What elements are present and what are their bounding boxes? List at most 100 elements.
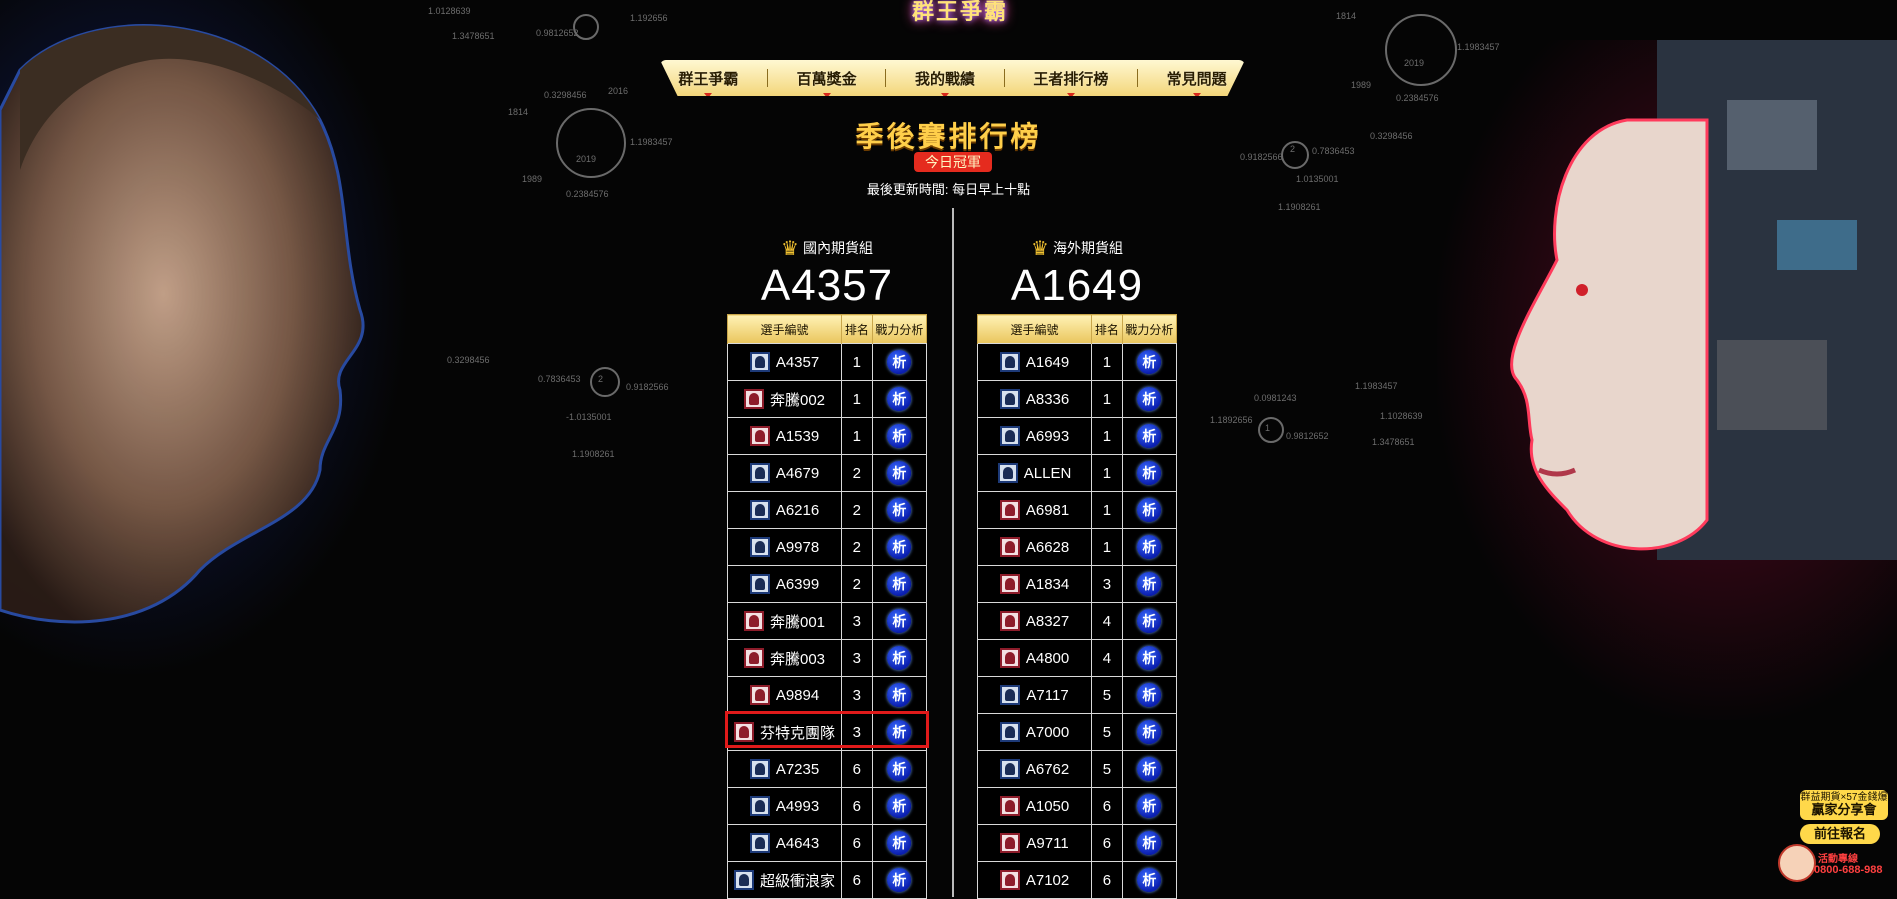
- analysis-cell: 析: [1121, 417, 1178, 455]
- analysis-button[interactable]: 析: [887, 461, 912, 485]
- analysis-button[interactable]: 析: [1137, 461, 1162, 485]
- analysis-button[interactable]: 析: [887, 831, 912, 855]
- analysis-button[interactable]: 析: [887, 683, 912, 707]
- analysis-cell: 析: [1121, 602, 1178, 640]
- analysis-button[interactable]: 析: [1137, 868, 1162, 892]
- site-logo[interactable]: 群王爭霸: [860, 0, 1060, 34]
- player-name: A4993: [775, 797, 820, 815]
- analysis-button[interactable]: 析: [1137, 646, 1162, 670]
- player-id: A6981: [978, 500, 1091, 520]
- player-name: A7102: [1025, 871, 1070, 889]
- analysis-button[interactable]: 析: [887, 350, 912, 374]
- nav-item-million-prize[interactable]: 百萬獎金: [789, 68, 865, 96]
- player-id: A7000: [978, 722, 1091, 742]
- human-avatar-icon: [749, 796, 770, 816]
- analysis-button[interactable]: 析: [887, 424, 912, 448]
- nav-item-my-record[interactable]: 我的戰績: [907, 68, 983, 96]
- human-avatar-icon: [997, 463, 1018, 483]
- player-cell: A1050: [976, 787, 1093, 825]
- table-row: A9894 3 析: [726, 676, 928, 714]
- main-nav: 群王爭霸 百萬獎金 我的戰績 王者排行榜 常見問題: [660, 60, 1245, 96]
- player-id: A6216: [728, 500, 841, 520]
- rank-cell: 2: [841, 565, 873, 603]
- analysis-button[interactable]: 析: [887, 609, 912, 633]
- analysis-button[interactable]: 析: [1137, 831, 1162, 855]
- analysis-button[interactable]: 析: [1137, 387, 1162, 411]
- player-id: A1050: [978, 796, 1091, 816]
- player-cell: A6216: [726, 491, 843, 529]
- player-id: 超級衝浪家: [728, 870, 841, 891]
- highlighted-row-outline: [725, 711, 929, 748]
- human-avatar-icon: [1000, 685, 1021, 705]
- analysis-button[interactable]: 析: [887, 387, 912, 411]
- analysis-button[interactable]: 析: [1137, 498, 1162, 522]
- analysis-button[interactable]: 析: [887, 868, 912, 892]
- table-row: A6216 2 析: [726, 491, 928, 529]
- analysis-button[interactable]: 析: [887, 535, 912, 559]
- player-name: A7235: [775, 760, 820, 778]
- human-avatar-icon: [999, 722, 1020, 742]
- player-cell: A1649: [976, 343, 1093, 381]
- analysis-button[interactable]: 析: [887, 498, 912, 522]
- page-title: 季後賽排行榜: [855, 121, 1042, 152]
- player-name: 奔騰002: [770, 391, 826, 409]
- table-row: A4643 6 析: [726, 824, 928, 862]
- player-id: A6628: [978, 537, 1091, 557]
- table-row: A6628 1 析: [976, 528, 1178, 566]
- analysis-cell: 析: [871, 565, 928, 603]
- analysis-button[interactable]: 析: [1137, 794, 1162, 818]
- player-id: 奔騰001: [728, 611, 841, 632]
- player-cell: A7117: [976, 676, 1093, 714]
- human-avatar-icon: [999, 426, 1020, 446]
- player-id: A4643: [728, 833, 841, 853]
- robot-avatar-icon: [999, 648, 1020, 668]
- human-avatar-icon: [749, 537, 770, 557]
- analysis-cell: 析: [871, 528, 928, 566]
- analysis-button[interactable]: 析: [887, 646, 912, 670]
- table-row: A6981 1 析: [976, 491, 1178, 529]
- robot-avatar-icon: [999, 537, 1020, 557]
- analysis-button[interactable]: 析: [1137, 683, 1162, 707]
- human-avatar-icon: [749, 574, 770, 594]
- promo-widget[interactable]: 群益期貨×57金錢爆 贏家分享會 前往報名 活動專線 0800-688-988: [1778, 790, 1890, 890]
- analysis-button[interactable]: 析: [1137, 424, 1162, 448]
- group-title: ♛ 國內期貨組: [727, 234, 927, 262]
- player-cell: A9711: [976, 824, 1093, 862]
- analysis-button[interactable]: 析: [1137, 757, 1162, 781]
- table-row: A1649 1 析: [976, 343, 1178, 381]
- player-cell: A4993: [726, 787, 843, 825]
- analysis-button[interactable]: 析: [1137, 609, 1162, 633]
- nav-divider: [767, 69, 768, 87]
- analysis-button[interactable]: 析: [887, 572, 912, 596]
- rank-cell: 5: [1091, 676, 1123, 714]
- table-row: A4993 6 析: [726, 787, 928, 825]
- rank-cell: 2: [841, 454, 873, 492]
- analysis-button[interactable]: 析: [1137, 535, 1162, 559]
- column-header-player: 選手編號: [976, 314, 1092, 344]
- analysis-button[interactable]: 析: [887, 794, 912, 818]
- nav-item-faq[interactable]: 常見問題: [1159, 68, 1235, 96]
- table-row: A4357 1 析: [726, 343, 928, 381]
- nav-item-kings-battle[interactable]: 群王爭霸: [670, 68, 746, 96]
- analysis-button[interactable]: 析: [1137, 350, 1162, 374]
- rank-cell: 4: [1091, 602, 1123, 640]
- player-cell: A7102: [976, 861, 1093, 899]
- analysis-button[interactable]: 析: [1137, 720, 1162, 744]
- group-champion: A1649: [1010, 261, 1144, 310]
- analysis-cell: 析: [871, 676, 928, 714]
- analysis-button[interactable]: 析: [1137, 572, 1162, 596]
- nav-divider: [1136, 69, 1138, 87]
- player-id: A8327: [978, 611, 1091, 631]
- promo-register-button[interactable]: 前往報名: [1800, 824, 1880, 844]
- analysis-cell: 析: [1121, 565, 1178, 603]
- player-id: A7117: [978, 685, 1091, 705]
- player-id: A1539: [728, 426, 841, 446]
- overseas-futures-group: ♛ 海外期貨組 A1649 選手編號 排名 戰力分析 A1649 1 析 A8336 1 析…: [976, 234, 1178, 899]
- player-id: A4800: [978, 648, 1091, 668]
- human-avatar-icon: [999, 389, 1020, 409]
- analysis-button[interactable]: 析: [887, 757, 912, 781]
- table-row: A6993 1 析: [976, 417, 1178, 455]
- player-name: A7000: [1025, 723, 1070, 741]
- nav-item-leaderboard[interactable]: 王者排行榜: [1025, 68, 1116, 96]
- group-title: ♛ 海外期貨組: [977, 234, 1177, 262]
